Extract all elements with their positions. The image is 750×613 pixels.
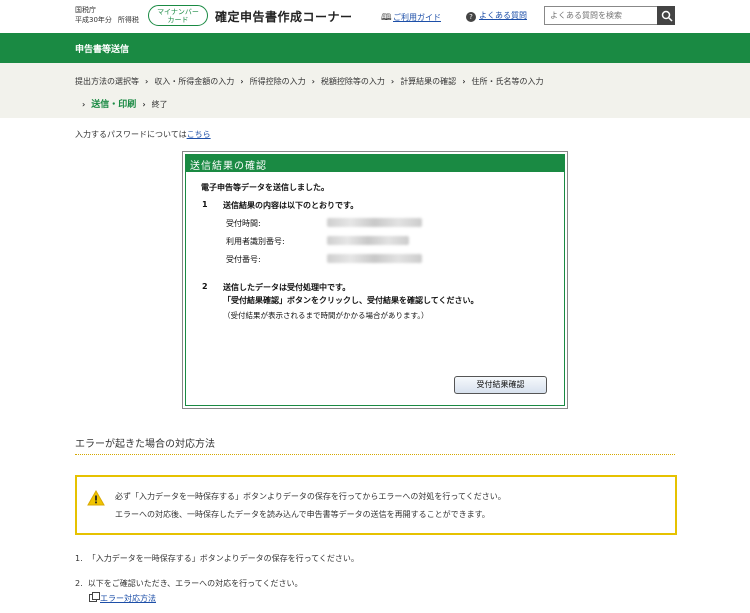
list-item-text: 以下をご確認いただき、エラーへの対応を行ってください。 [87,579,303,588]
search-icon [661,10,673,22]
agency-info: 国税庁 平成30年分 所得税 [75,5,145,25]
faq-label: よくある質問 [479,11,527,20]
password-info-link[interactable]: こちら [187,130,211,139]
field-label-user-id: 利用者識別番号: [226,237,285,246]
chevron-right-icon: › [390,77,395,86]
password-note: 入力するパスワードについてはこちら [75,129,211,140]
tax-year: 平成30年分 [75,16,112,24]
faq-search-input[interactable] [544,6,657,25]
item2-note: （受付結果が表示されるまで時間がかかる場合があります。） [223,311,429,320]
tax-type: 所得税 [117,16,139,24]
chevron-right-icon: › [142,100,146,109]
search-button[interactable] [657,6,675,25]
step-item-current: 送信・印刷 [91,100,137,110]
warning-icon [87,490,105,506]
item1-number: 1 [202,200,208,209]
sent-message: 電子申告等データを送信しました。 [201,183,329,192]
book-icon: 🕮 [381,13,392,23]
item2-line2: 「受付結果確認」ボタンをクリックし、受付結果を確認してください。 [223,296,479,305]
mynumber-badge-line2: カード [167,16,189,24]
step-item: 終了 [151,100,168,109]
password-note-text: 入力するパスワードについては [75,130,187,139]
chevron-right-icon: › [145,77,149,86]
item2-number: 2 [202,282,208,291]
step-progress: 提出方法の選択等 › 収入・所得金額の入力 › 所得控除の入力 › 税額控除等の入力 › 計算結… [0,63,750,118]
chevron-right-icon: › [240,77,244,86]
field-value-user-id [327,236,409,247]
section-bar: 申告書等送信 [0,33,750,63]
field-value-receipt-number [327,254,422,265]
site-header: 国税庁 平成30年分 所得税 マイナンバー カード 確定申告書作成コーナー 🕮ご利… [0,0,750,33]
warning-line-1: 必ず「入力データを一時保存する」ボタンよりデータの保存を行ってからエラーへの対処… [115,492,506,501]
external-window-icon [89,592,100,602]
chevron-right-icon: › [82,100,86,109]
error-section-heading: エラーが起きた場合の対応方法 [75,439,215,450]
step-item: 提出方法の選択等 [75,77,139,86]
chevron-right-icon: › [311,77,315,86]
list-item-number: 2. [75,579,83,588]
step-row-2: › 送信・印刷 › 終了 [82,97,168,110]
step-item: 収入・所得金額の入力 [154,77,235,86]
send-result-panel-inner: 送信結果の確認 電子申告等データを送信しました。 1 送信結果の内容は以下のとお… [185,154,565,406]
mynumber-badge-line1: マイナンバー [157,8,199,16]
list-item-number: 1. [75,554,83,563]
panel-title: 送信結果の確認 [186,155,564,172]
agency-name: 国税庁 [75,6,96,14]
send-result-panel: 送信結果の確認 電子申告等データを送信しました。 1 送信結果の内容は以下のとお… [182,151,568,409]
user-guide-label: ご利用ガイド [393,13,441,22]
warning-box: 必ず「入力データを一時保存する」ボタンよりデータの保存を行ってからエラーへの対処… [75,475,677,535]
error-handling-link[interactable]: エラー対応方法 [89,592,156,604]
section-title: 申告書等送信 [75,45,130,55]
field-value-receipt-time [327,218,422,229]
step-item: 住所・氏名等の入力 [471,77,544,86]
field-label-receipt-number: 受付番号: [226,255,261,264]
warning-line-2: エラーへの対応後、一時保存したデータを読み込んで申告書等データの送信を再開するこ… [115,510,490,519]
list-item: 2. 以下をご確認いただき、エラーへの対応を行ってください。 [75,578,303,589]
user-guide-link[interactable]: 🕮ご利用ガイド [381,10,441,26]
step-item: 所得控除の入力 [249,77,306,86]
list-item: 1. 「入力データを一時保存する」ボタンよりデータの保存を行ってください。 [75,553,359,564]
step-row-1: 提出方法の選択等 › 収入・所得金額の入力 › 所得控除の入力 › 税額控除等の入力 › 計算結… [75,76,543,87]
item1-text: 送信結果の内容は以下のとおりです。 [223,201,359,210]
list-item-text: 「入力データを一時保存する」ボタンよりデータの保存を行ってください。 [87,554,359,563]
item2-line1: 送信したデータは受付処理中です。 [223,283,351,292]
step-item: 計算結果の確認 [400,77,457,86]
mynumber-card-badge: マイナンバー カード [148,5,208,26]
faq-link[interactable]: ? よくある質問 [466,10,527,22]
section-divider [75,454,675,455]
field-label-receipt-time: 受付時間: [226,219,261,228]
check-receipt-result-button[interactable]: 受付結果確認 [454,376,547,394]
chevron-right-icon: › [462,77,466,86]
app-title: 確定申告書作成コーナー [215,10,353,24]
question-icon: ? [466,12,476,22]
step-item: 税額控除等の入力 [320,77,385,86]
error-handling-link-label: エラー対応方法 [100,594,156,603]
